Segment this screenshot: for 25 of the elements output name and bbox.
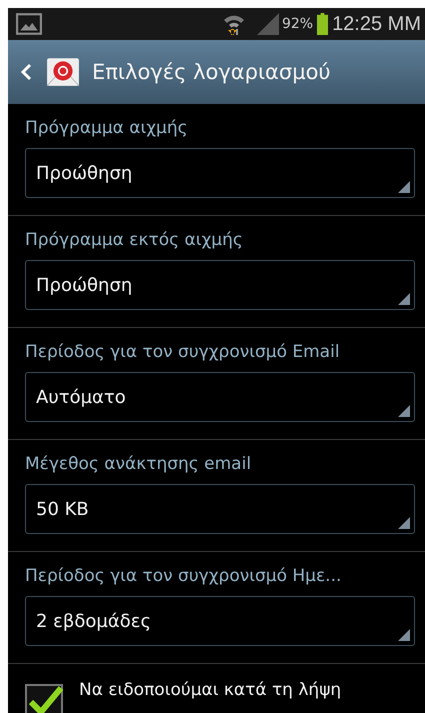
dropdown-corner-icon: [398, 293, 410, 305]
checkbox-label: Να ειδοποιούμαι κατά τη λήψη: [79, 680, 342, 700]
dropdown[interactable]: Προώθηση: [25, 148, 415, 198]
clock: 12:25 MM: [332, 12, 421, 36]
battery-percent: 92%: [282, 16, 314, 32]
checkbox[interactable]: [25, 684, 63, 713]
battery-icon: [317, 13, 328, 35]
back-icon[interactable]: [20, 62, 32, 82]
setting-label: Μέγεθος ανάκτησης email: [25, 453, 252, 476]
dropdown[interactable]: 50 KB: [25, 484, 415, 534]
email-app-icon: [46, 55, 80, 89]
dropdown[interactable]: 2 εβδομάδες: [25, 596, 415, 646]
dropdown[interactable]: Αυτόματο: [25, 372, 415, 422]
signal-icon: [256, 12, 280, 36]
setting-label: Περίοδος για τον συγχρονισμό Email: [25, 341, 341, 364]
dropdown-corner-icon: [398, 629, 410, 641]
setting-label: Πρόγραμμα αιχμής: [25, 117, 189, 140]
image-icon: [16, 13, 42, 35]
screen-title: Επιλογές λογαριασμού: [92, 60, 331, 84]
setting-label: Πρόγραμμα εκτός αιχμής: [25, 229, 244, 252]
dropdown[interactable]: Προώθηση: [25, 260, 415, 310]
dropdown-corner-icon: [398, 517, 410, 529]
setting-label: Περίοδος για τον συγχρονισμό Ημε...: [25, 565, 342, 588]
dropdown-corner-icon: [398, 405, 410, 417]
dropdown-corner-icon: [398, 181, 410, 193]
